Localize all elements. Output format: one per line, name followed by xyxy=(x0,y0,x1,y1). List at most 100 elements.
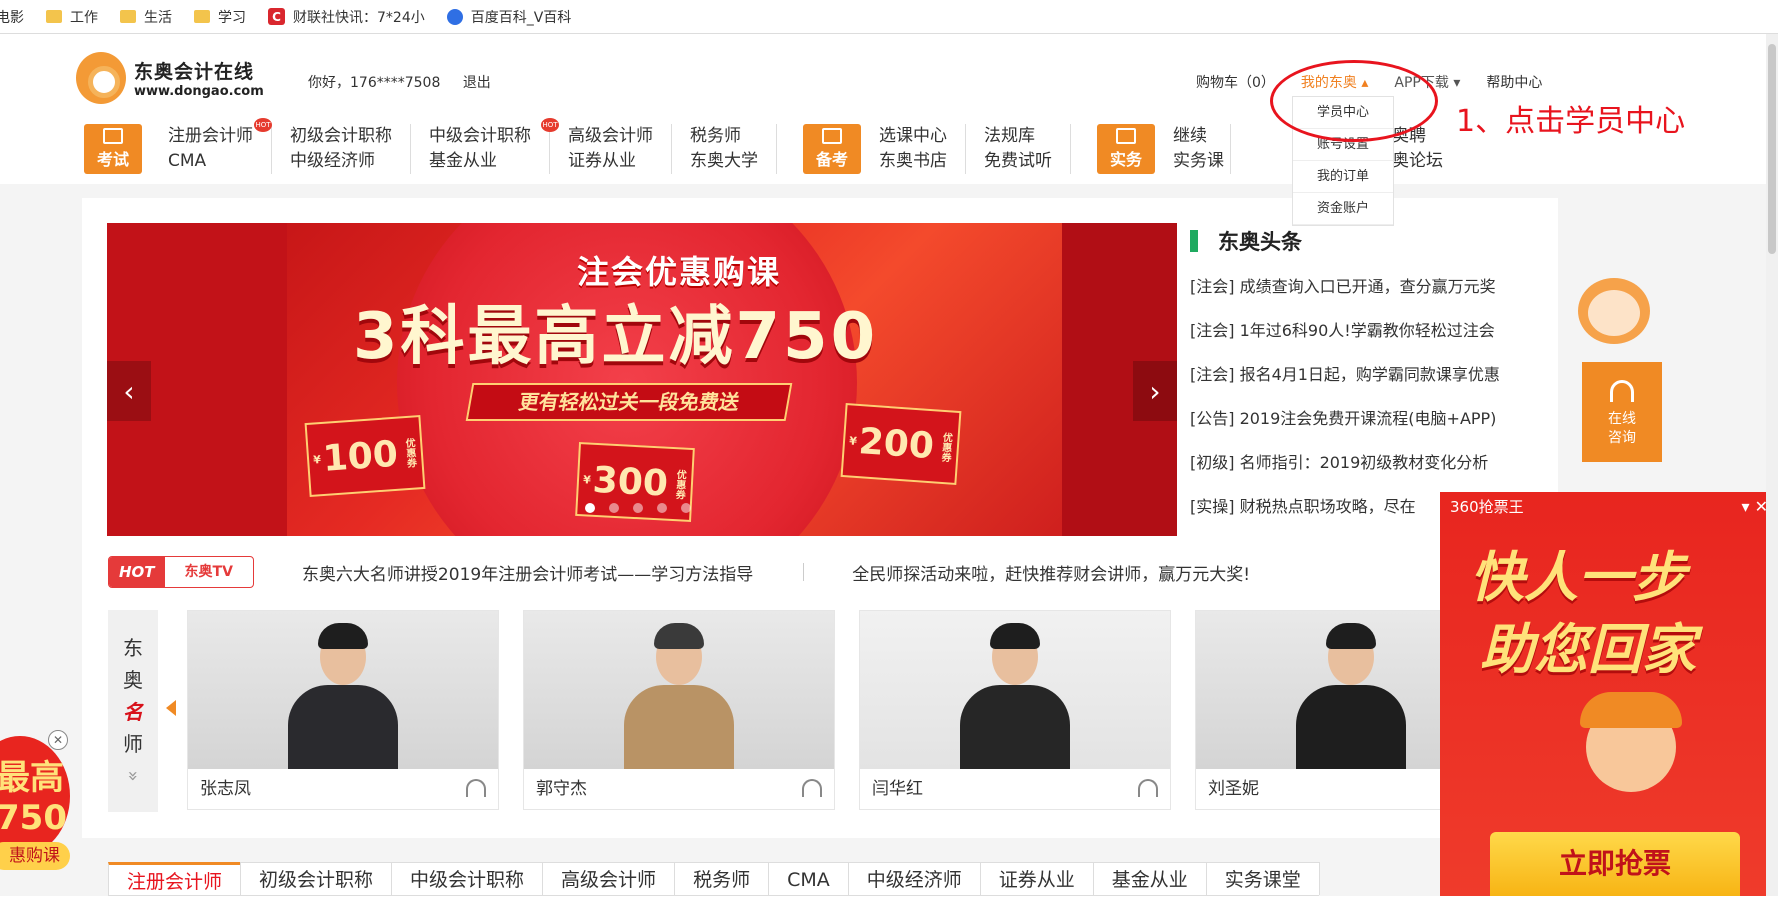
nav-link-dongao-university[interactable]: 东奥大学 xyxy=(690,149,758,174)
teacher-photo xyxy=(1196,611,1444,769)
teacher-card[interactable]: 闫华红 xyxy=(859,610,1171,810)
bookmark-baidu[interactable]: 百度百科_V百科 xyxy=(446,7,571,27)
annotation-text: 1、点击学员中心 xyxy=(1456,104,1686,139)
hot-link[interactable]: 东奥六大名师讲授2019年注册会计师考试——学习方法指导 xyxy=(302,560,753,585)
teacher-card[interactable]: 刘圣妮 xyxy=(1195,610,1445,810)
help-center-link[interactable]: 帮助中心 xyxy=(1486,72,1542,92)
news-item[interactable]: [初级] 名师指引：2019初级教材变化分析 xyxy=(1190,446,1540,490)
dongao-tv-label: 东奥TV xyxy=(184,564,233,580)
banner-prev-button[interactable]: ‹ xyxy=(107,361,151,421)
banner-dot[interactable] xyxy=(681,503,691,513)
promo-banner[interactable]: 注会优惠购课 3科最高立减750 更有轻松过关一段免费送 ¥100 优惠券 ¥30… xyxy=(107,223,1177,536)
teacher-photo xyxy=(188,611,498,769)
expand-down-icon[interactable]: » xyxy=(117,770,149,781)
grab-ticket-button[interactable]: 立即抢票 xyxy=(1490,832,1740,896)
site-logo[interactable]: 东奥会计在线 www.dongao.com xyxy=(76,52,264,104)
online-consult-button[interactable]: 在线 咨询 xyxy=(1582,362,1662,462)
headphone-icon[interactable] xyxy=(466,779,486,797)
news-title: 东奥头条 xyxy=(1190,226,1540,256)
left-ad-button[interactable]: 惠购课 xyxy=(0,842,70,870)
news-item[interactable]: [注会] 1年过6科90人!学霸教你轻松过注会 xyxy=(1190,314,1540,358)
user-greeting: 你好，176****7508 xyxy=(308,75,441,91)
coupon-100: ¥100 优惠券 xyxy=(304,415,426,497)
tab-tax-agent[interactable]: 税务师 xyxy=(674,862,770,895)
ad-popup-titlebar: 360抢票王 ▾ ✕ xyxy=(1440,492,1778,522)
nav-link-fund[interactable]: 基金从业 xyxy=(429,149,531,174)
category-col: 法规库 免费试听 xyxy=(966,124,1071,174)
nav-link-course-center[interactable]: 选课中心 xyxy=(879,124,947,149)
bookmark-movies[interactable]: 电影 xyxy=(0,7,24,27)
nav-link-senior-accountant[interactable]: 高级会计师 xyxy=(568,124,653,149)
nav-link-junior-accountant[interactable]: 初级会计职称 xyxy=(290,124,392,149)
ad-popup-slogan: 快人一步 助您回家 xyxy=(1470,542,1696,686)
headphone-icon[interactable] xyxy=(802,779,822,797)
tab-cma[interactable]: CMA xyxy=(768,862,849,895)
bookmark-life[interactable]: 生活 xyxy=(120,7,172,27)
banner-dot[interactable] xyxy=(609,503,619,513)
side-char: 师 xyxy=(123,732,143,756)
teacher-card[interactable]: 郭守杰 xyxy=(523,610,835,810)
tab-intermediate-economist[interactable]: 中级经济师 xyxy=(847,862,981,895)
banner-dot[interactable] xyxy=(657,503,667,513)
tab-senior-accountant[interactable]: 高级会计师 xyxy=(542,862,676,895)
nav-link-law-library[interactable]: 法规库 xyxy=(984,124,1052,149)
bookmark-label: 学习 xyxy=(218,9,246,26)
nav-link-cma[interactable]: CMA xyxy=(168,149,253,174)
bookmark-cls[interactable]: C 财联社快讯：7*24小 xyxy=(268,7,425,27)
cart-link[interactable]: 购物车（0） xyxy=(1196,72,1275,92)
tab-cpa[interactable]: 注册会计师 xyxy=(108,862,242,895)
banner-next-button[interactable]: › xyxy=(1133,361,1177,421)
nav-link-securities[interactable]: 证券从业 xyxy=(568,149,653,174)
tab-junior-accountant[interactable]: 初级会计职称 xyxy=(240,862,393,895)
nav-link-intermediate-economist[interactable]: 中级经济师 xyxy=(290,149,392,174)
teacher-photo xyxy=(860,611,1170,769)
bookmark-label: 财联社快讯：7*24小 xyxy=(293,9,425,26)
category-col: 税务师 东奥大学 xyxy=(672,124,777,174)
nav-link-bookstore[interactable]: 东奥书店 xyxy=(879,149,947,174)
nav-link-continuing-ed[interactable]: 继续 xyxy=(1173,124,1224,149)
ad-slogan-line: 快人一步 xyxy=(1470,546,1686,609)
famous-teachers-label: 东 奥 名 师 » xyxy=(108,610,158,812)
ad-popup-close-icon[interactable]: ▾ ✕ xyxy=(1741,492,1768,522)
news-item[interactable]: [注会] 报名4月1日起，购学霸同款课享优惠 xyxy=(1190,358,1540,402)
banner-dot[interactable] xyxy=(633,503,643,513)
tab-practice[interactable]: 实务课堂 xyxy=(1205,862,1320,895)
news-item[interactable]: [公告] 2019注会免费开课流程(电脑+APP) xyxy=(1190,402,1540,446)
ad-popup[interactable]: 360抢票王 ▾ ✕ 快人一步 助您回家 立即抢票 xyxy=(1440,492,1778,896)
nav-link-free-trial[interactable]: 免费试听 xyxy=(984,149,1052,174)
nav-link-intermediate-accountant[interactable]: 中级会计职称 xyxy=(429,124,531,149)
teacher-name: 郭守杰 xyxy=(536,779,587,799)
user-greeting-area: 你好，176****7508 退出 xyxy=(308,72,509,92)
ad-popup-title: 360抢票王 xyxy=(1450,498,1524,516)
page-scrollbar[interactable] xyxy=(1766,34,1778,896)
headphone-icon[interactable] xyxy=(1138,779,1158,797)
menu-item-my-orders[interactable]: 我的订单 xyxy=(1293,161,1393,193)
category-col: 初级会计职称 中级经济师 xyxy=(272,124,411,174)
tab-fund[interactable]: 基金从业 xyxy=(1092,862,1207,895)
practice-icon: 实务 xyxy=(1097,124,1155,174)
menu-item-funds-account[interactable]: 资金账户 xyxy=(1293,193,1393,225)
teacher-name: 刘圣妮 xyxy=(1208,779,1259,799)
left-ad-close-icon[interactable]: ✕ xyxy=(48,730,68,750)
bookmark-label: 工作 xyxy=(70,9,98,26)
bookmark-work[interactable]: 工作 xyxy=(46,7,98,27)
logout-link[interactable]: 退出 xyxy=(463,75,491,91)
teachers-prev-arrow-icon[interactable] xyxy=(166,700,176,716)
news-item[interactable]: [注会] 成绩查询入口已开通，查分赢万元奖 xyxy=(1190,270,1540,314)
bookmark-study[interactable]: 学习 xyxy=(194,7,246,27)
hot-tag-icon: HOT xyxy=(254,118,272,132)
nav-link-practice-course[interactable]: 实务课 xyxy=(1173,149,1224,174)
scrollbar-thumb[interactable] xyxy=(1768,44,1776,254)
left-ad-text: 750 xyxy=(0,798,67,838)
bookmarks-bar: 电影 工作 生活 学习 C 财联社快讯：7*24小 百度百科_V百科 xyxy=(0,0,1778,34)
tab-intermediate-accountant[interactable]: 中级会计职称 xyxy=(391,862,544,895)
exam-icon: 考试 xyxy=(84,124,142,174)
nav-link-cpa[interactable]: 注册会计师 xyxy=(168,124,253,149)
tab-securities[interactable]: 证券从业 xyxy=(979,862,1094,895)
nav-link-tax-agent[interactable]: 税务师 xyxy=(690,124,758,149)
hot-link[interactable]: 全民师探活动来啦，赶快推荐财会讲师，赢万元大奖! xyxy=(852,560,1250,585)
hot-badge[interactable]: HOT 东奥TV xyxy=(108,556,254,588)
teacher-card[interactable]: 张志凤 xyxy=(187,610,499,810)
banner-dot[interactable] xyxy=(585,503,595,513)
category-col: 选课中心 东奥书店 xyxy=(861,124,966,174)
